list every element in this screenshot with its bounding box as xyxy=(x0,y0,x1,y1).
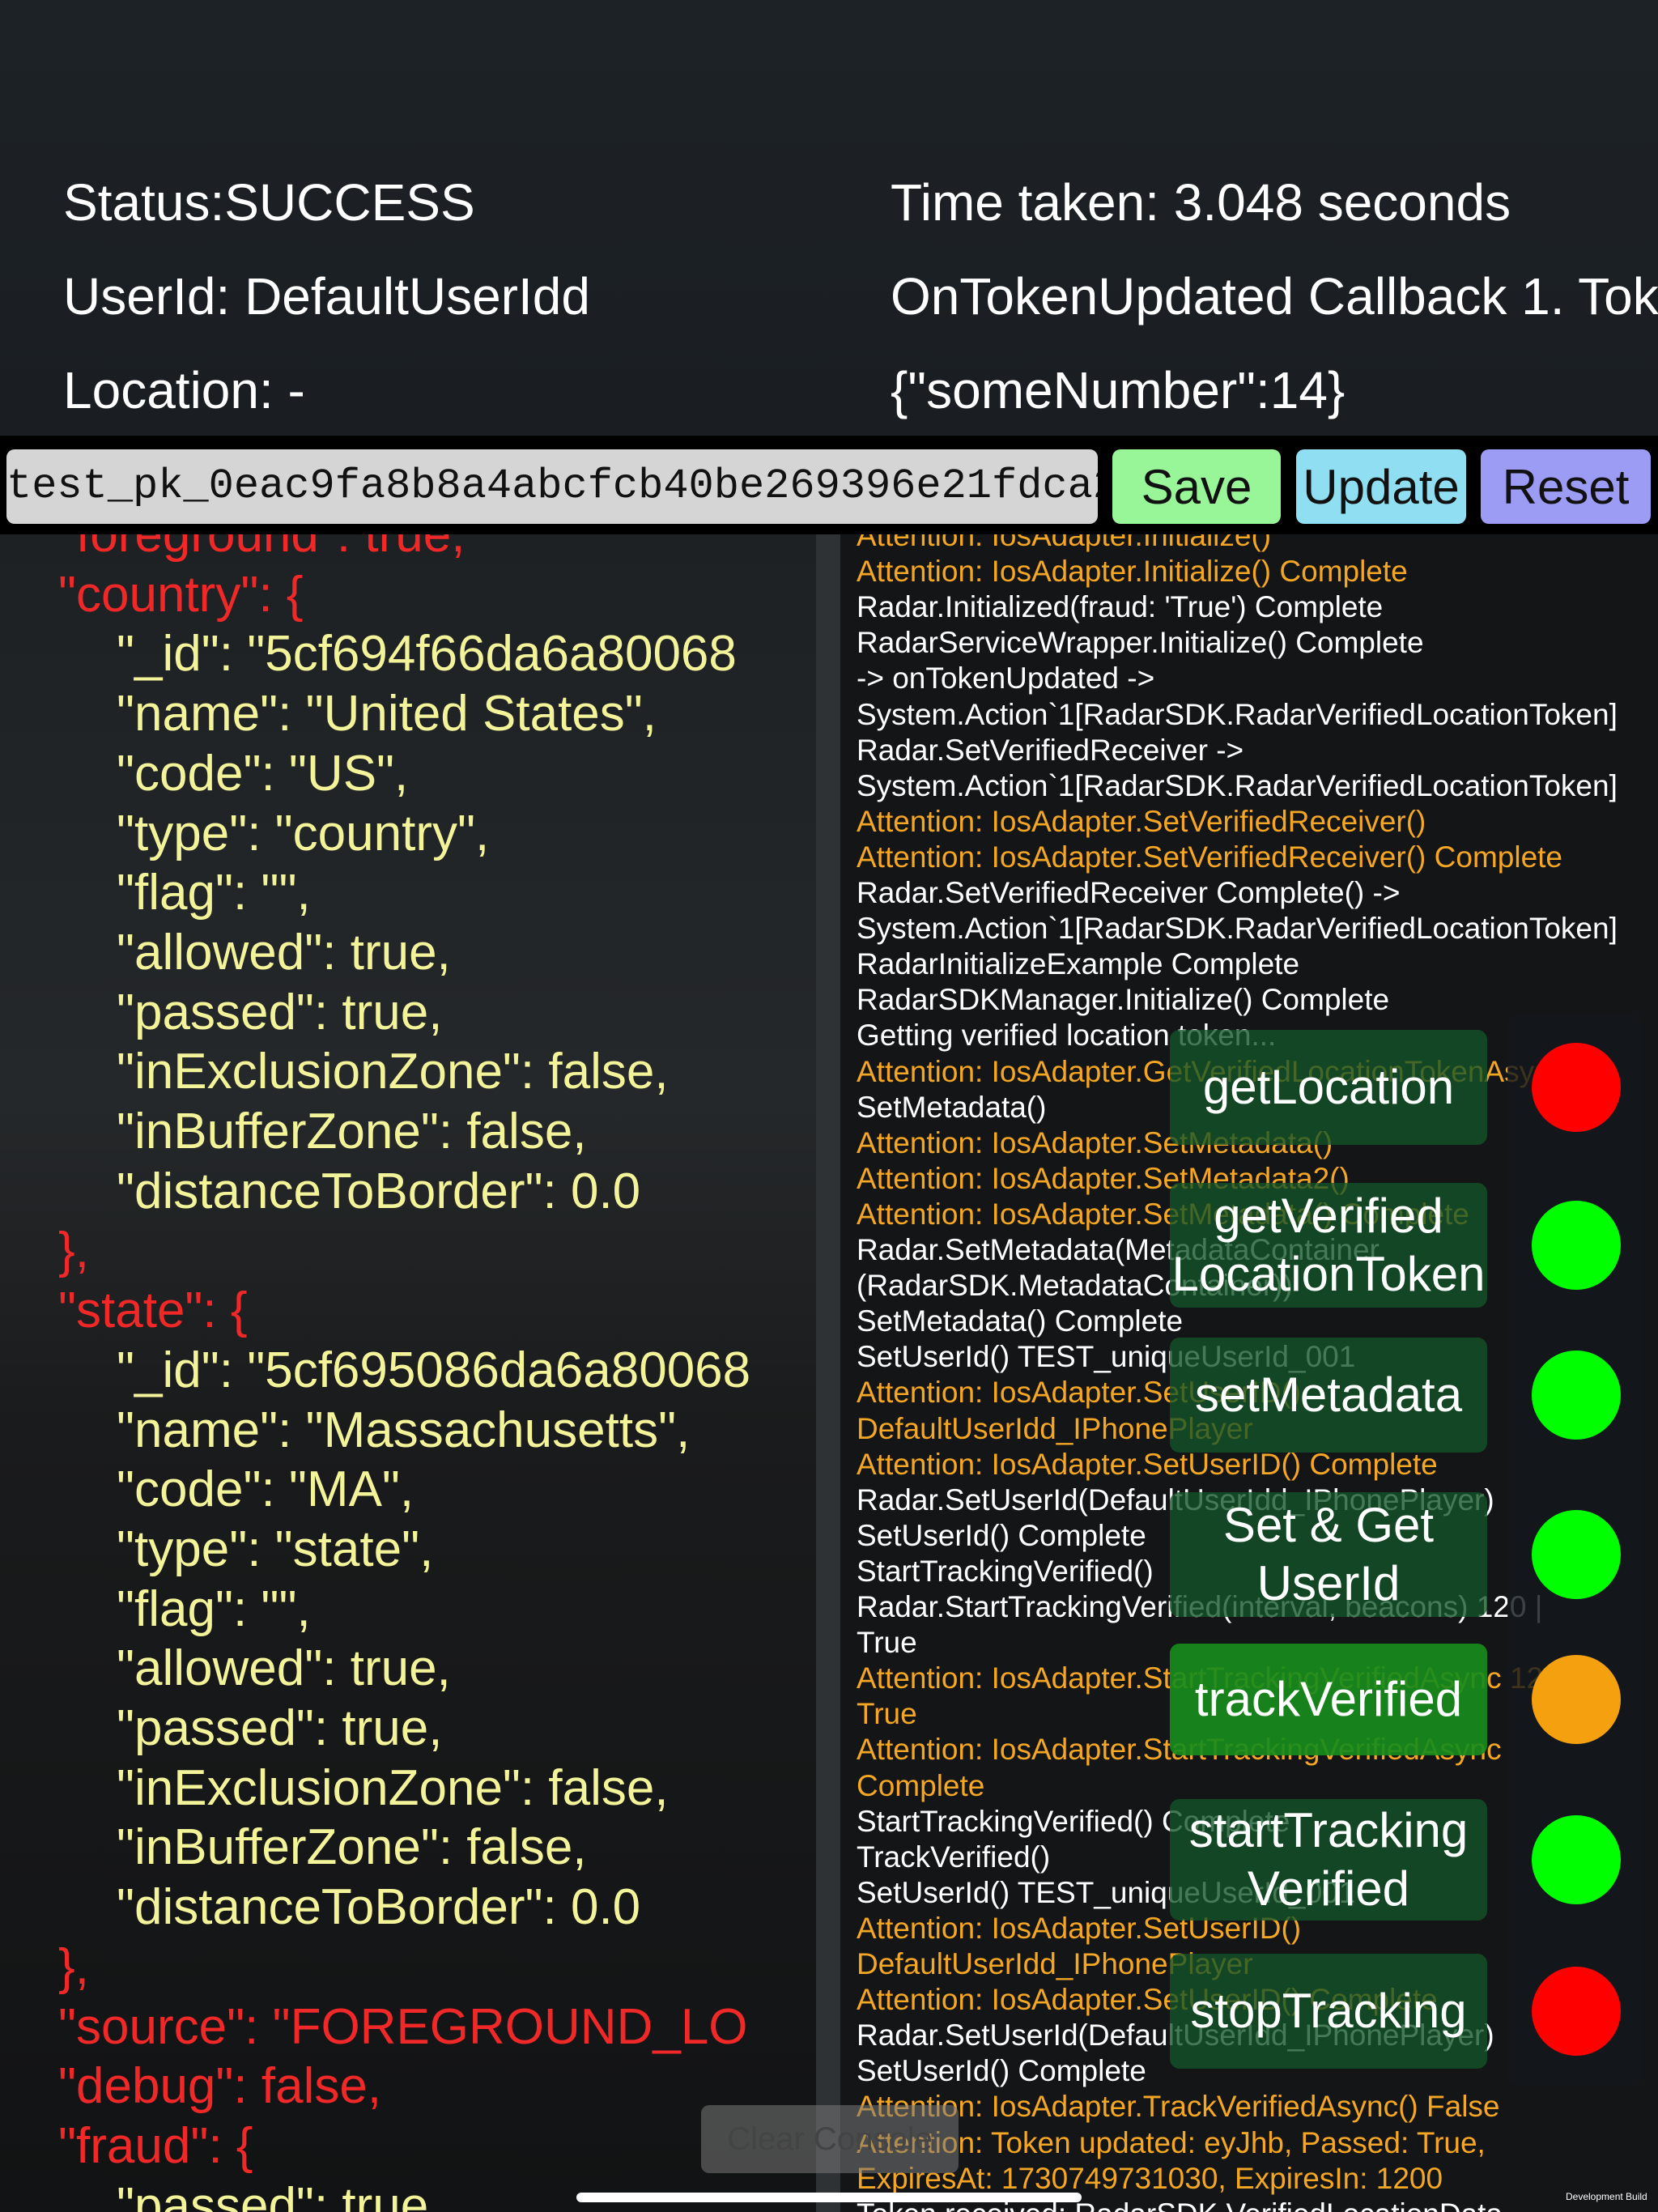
json-line: "flag": "", xyxy=(117,865,311,921)
log-line: System.Action`1[RadarSDK.RadarVerifiedLo… xyxy=(857,912,1618,946)
time-taken-text: Time taken: 3.048 seconds xyxy=(891,173,1511,232)
json-line: "name": "Massachusetts", xyxy=(117,1402,691,1458)
button-label-line: UserId xyxy=(1256,1556,1401,1610)
setmetadata-status-indicator xyxy=(1532,1351,1621,1440)
button-label-line: stopTracking xyxy=(1190,1984,1467,2038)
json-line: "allowed": true, xyxy=(117,924,451,981)
getverifiedlocationtoken-button[interactable]: getVerified LocationToken xyxy=(1170,1183,1487,1308)
button-label-line: setMetadata xyxy=(1194,1368,1463,1422)
json-line: "flag": "", xyxy=(117,1580,311,1637)
reset-button[interactable]: Reset xyxy=(1481,449,1651,524)
location-text: Location: - xyxy=(63,361,305,419)
clear-console-button[interactable]: Clear Console xyxy=(701,2105,959,2173)
json-line: "_id": "5cf695086da6a80068 xyxy=(117,1342,751,1398)
log-line: Radar.SetVerifiedReceiver Complete() -> xyxy=(857,876,1401,909)
status-text: Status:SUCCESS xyxy=(63,173,475,232)
getverifiedlocationtoken-label: getVerified LocationToken xyxy=(1172,1187,1486,1304)
save-button[interactable]: Save xyxy=(1112,449,1281,524)
metadata-text: {"someNumber":14} xyxy=(891,361,1346,419)
log-line: SetUserId() Complete xyxy=(857,1518,1146,1552)
json-line: "allowed": true, xyxy=(117,1640,451,1697)
log-line: Radar.SetVerifiedReceiver -> xyxy=(857,733,1244,767)
json-line: "inExclusionZone": false, xyxy=(117,1759,669,1816)
button-label-line: startTracking xyxy=(1188,1803,1469,1857)
log-line: Attention: IosAdapter.SetVerifiedReceive… xyxy=(857,804,1426,838)
json-response-panel[interactable]: "foreground": true, "country": {"_id": "5… xyxy=(0,534,816,2212)
json-line: "state": { xyxy=(58,1283,248,1339)
log-line: SetUserId() Complete xyxy=(857,2054,1146,2088)
stoptracking-label: stopTracking xyxy=(1190,1982,1466,2040)
log-line: System.Action`1[RadarSDK.RadarVerifiedLo… xyxy=(857,768,1618,802)
log-line: SetMetadata() xyxy=(857,1090,1047,1124)
button-label-line: Verified xyxy=(1247,1861,1410,1916)
trackverified-button[interactable]: trackVerified xyxy=(1170,1644,1487,1755)
json-line: "distanceToBorder": 0.0 xyxy=(117,1879,641,1936)
json-line: "passed": true, xyxy=(117,1700,443,1756)
json-line: "inBufferZone": false, xyxy=(117,1819,587,1876)
json-line: "type": "state", xyxy=(117,1521,434,1577)
log-line: StartTrackingVerified() xyxy=(857,1554,1154,1588)
set-get-userid-status-indicator xyxy=(1532,1510,1621,1599)
log-line: Radar.Initialized(fraud: 'True') Complet… xyxy=(857,590,1384,624)
development-build-label: Development Build xyxy=(1566,2191,1647,2202)
json-line: "passed": true xyxy=(117,2177,429,2212)
json-line: "country": { xyxy=(58,566,304,623)
json-line: "code": "MA", xyxy=(117,1461,414,1518)
json-line: }, xyxy=(58,1223,89,1279)
trackverified-label: trackVerified xyxy=(1195,1670,1462,1729)
log-line: RadarSDKManager.Initialize() Complete xyxy=(857,983,1390,1017)
trackverified-status-indicator xyxy=(1532,1655,1621,1744)
log-line: System.Action`1[RadarSDK.RadarVerifiedLo… xyxy=(857,697,1618,731)
panel-divider xyxy=(816,534,840,2212)
json-line: "_id": "5cf694f66da6a80068 xyxy=(117,626,737,683)
log-line: Attention: IosAdapter.Initialize() Compl… xyxy=(857,555,1408,589)
callback-text: OnTokenUpdated Callback 1. Tok xyxy=(891,267,1658,325)
log-line: SetMetadata() Complete xyxy=(857,1304,1184,1338)
json-line: "foreground": true, xyxy=(58,534,466,563)
log-line: RadarInitializeExample Complete xyxy=(857,947,1300,981)
log-line: Attention: IosAdapter.Initialize() xyxy=(857,534,1272,552)
json-line: "fraud": { xyxy=(58,2117,253,2174)
user-id-text: UserId: DefaultUserIdd xyxy=(63,267,590,325)
json-line: "source": "FOREGROUND_LO xyxy=(58,1998,748,2055)
stoptracking-button[interactable]: stopTracking xyxy=(1170,1954,1487,2069)
starttrackingverified-label: startTracking Verified xyxy=(1189,1802,1469,1918)
getlocation-label: getLocation xyxy=(1203,1058,1454,1117)
log-line: Complete xyxy=(857,1768,985,1802)
button-label-line: trackVerified xyxy=(1194,1672,1463,1726)
set-get-userid-button[interactable]: Set & Get UserId xyxy=(1170,1492,1487,1617)
button-label-line: LocationToken xyxy=(1171,1247,1486,1301)
getlocation-button[interactable]: getLocation xyxy=(1170,1030,1487,1145)
setmetadata-button[interactable]: setMetadata xyxy=(1170,1338,1487,1453)
json-line: "debug": false, xyxy=(58,2058,382,2115)
button-label-line: Set & Get xyxy=(1222,1498,1435,1552)
button-label-line: getVerified xyxy=(1214,1189,1443,1243)
stoptracking-status-indicator xyxy=(1532,1967,1621,2056)
json-line: "code": "US", xyxy=(117,745,409,802)
setmetadata-label: setMetadata xyxy=(1195,1366,1462,1424)
log-line: -> onTokenUpdated -> xyxy=(857,661,1155,696)
log-line: Attention: IosAdapter.SetVerifiedReceive… xyxy=(857,840,1563,874)
publishable-key-input[interactable]: test_pk_0eac9fa8b8a4abcfcb40be269396e21f… xyxy=(6,449,1098,524)
json-line: }, xyxy=(58,1938,89,1995)
log-line: True xyxy=(857,1626,917,1660)
json-line: "distanceToBorder": 0.0 xyxy=(117,1163,641,1219)
json-line: "type": "country", xyxy=(117,805,490,861)
json-line: "inBufferZone": false, xyxy=(117,1104,587,1159)
button-label-line: getLocation xyxy=(1202,1060,1455,1114)
update-button[interactable]: Update xyxy=(1296,449,1466,524)
json-line: "passed": true, xyxy=(117,984,443,1040)
starttrackingverified-status-indicator xyxy=(1532,1815,1621,1904)
json-line: "inExclusionZone": false, xyxy=(117,1044,669,1100)
status-header: Status:SUCCESS UserId: DefaultUserIdd Lo… xyxy=(0,0,1658,436)
home-indicator[interactable] xyxy=(576,2193,1082,2202)
set-get-userid-label: Set & Get UserId xyxy=(1223,1496,1434,1613)
starttrackingverified-button[interactable]: startTracking Verified xyxy=(1170,1799,1487,1921)
json-line: "name": "United States", xyxy=(117,686,657,742)
log-line: True xyxy=(857,1697,917,1731)
log-line: TrackVerified() xyxy=(857,1840,1051,1874)
getverifiedlocationtoken-status-indicator xyxy=(1532,1201,1621,1290)
getlocation-status-indicator xyxy=(1532,1043,1621,1132)
log-line: RadarServiceWrapper.Initialize() Complet… xyxy=(857,626,1424,660)
